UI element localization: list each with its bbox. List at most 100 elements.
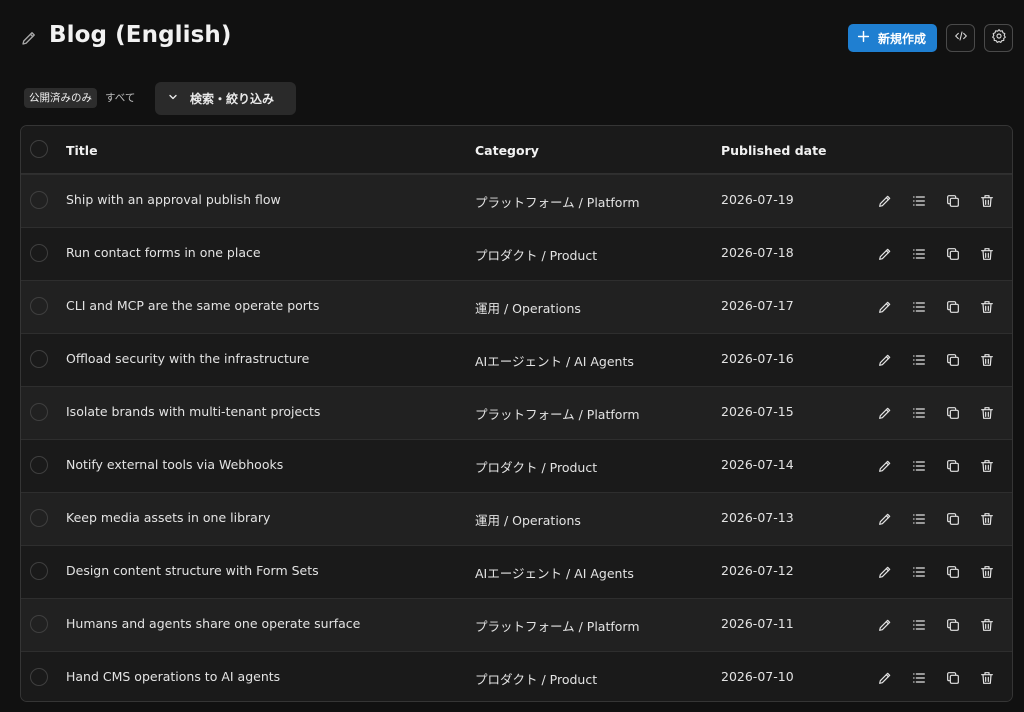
entry-details-button[interactable] (909, 403, 929, 423)
pencil-icon (877, 299, 893, 315)
entry-details-button[interactable] (909, 244, 929, 264)
duplicate-row-button[interactable] (943, 350, 963, 370)
filter-all[interactable]: すべて (105, 88, 135, 108)
search-filter-toggle[interactable]: 検索・絞り込み (155, 82, 296, 115)
cell-title[interactable]: CLI and MCP are the same operate ports (66, 298, 319, 313)
delete-row-button[interactable] (977, 668, 997, 688)
cell-published-date: 2026-07-18 (721, 245, 794, 260)
cell-title[interactable]: Keep media assets in one library (66, 510, 270, 525)
edit-row-button[interactable] (875, 244, 895, 264)
edit-row-button[interactable] (875, 297, 895, 317)
delete-row-button[interactable] (977, 244, 997, 264)
entry-details-button[interactable] (909, 562, 929, 582)
cell-published-date: 2026-07-12 (721, 563, 794, 578)
edit-row-button[interactable] (875, 562, 895, 582)
duplicate-row-button[interactable] (943, 403, 963, 423)
cell-published-date: 2026-07-10 (721, 669, 794, 684)
delete-row-button[interactable] (977, 615, 997, 635)
trash-icon (979, 511, 995, 527)
table-row[interactable]: Design content structure with Form Sets A… (21, 545, 1012, 598)
edit-row-button[interactable] (875, 403, 895, 423)
row-checkbox[interactable] (30, 668, 48, 686)
edit-row-button[interactable] (875, 456, 895, 476)
row-checkbox[interactable] (30, 509, 48, 527)
select-all-checkbox[interactable] (30, 140, 48, 158)
cell-category: AIエージェント / AI Agents (475, 566, 634, 581)
entry-details-button[interactable] (909, 297, 929, 317)
table-row[interactable]: CLI and MCP are the same operate ports 運用… (21, 280, 1012, 333)
row-checkbox[interactable] (30, 191, 48, 209)
entry-details-button[interactable] (909, 456, 929, 476)
cell-title[interactable]: Offload security with the infrastructure (66, 351, 309, 366)
cell-title[interactable]: Isolate brands with multi-tenant project… (66, 404, 320, 419)
copy-icon (945, 352, 961, 368)
filter-bar: 公開済みのみ すべて 検索・絞り込み (0, 82, 1024, 116)
delete-row-button[interactable] (977, 191, 997, 211)
delete-row-button[interactable] (977, 562, 997, 582)
column-header-published-date[interactable]: Published date (721, 143, 827, 158)
table-row[interactable]: Isolate brands with multi-tenant project… (21, 386, 1012, 439)
list-icon (911, 564, 927, 580)
edit-row-button[interactable] (875, 350, 895, 370)
entry-details-button[interactable] (909, 615, 929, 635)
delete-row-button[interactable] (977, 456, 997, 476)
delete-row-button[interactable] (977, 509, 997, 529)
cell-title[interactable]: Notify external tools via Webhooks (66, 457, 283, 472)
pencil-icon (877, 617, 893, 633)
table-row[interactable]: Offload security with the infrastructure… (21, 333, 1012, 386)
table-row[interactable]: Run contact forms in one place プロダクト / Pr… (21, 227, 1012, 280)
column-header-category[interactable]: Category (475, 143, 539, 158)
duplicate-row-button[interactable] (943, 509, 963, 529)
table-row[interactable]: Ship with an approval publish flow プラットフォ… (21, 174, 1012, 227)
row-checkbox[interactable] (30, 456, 48, 474)
list-icon (911, 352, 927, 368)
cell-title[interactable]: Hand CMS operations to AI agents (66, 669, 280, 684)
settings-button[interactable] (984, 24, 1013, 52)
row-checkbox[interactable] (30, 615, 48, 633)
cell-title[interactable]: Ship with an approval publish flow (66, 192, 281, 207)
edit-row-button[interactable] (875, 668, 895, 688)
edit-title-icon[interactable] (20, 29, 38, 47)
row-checkbox[interactable] (30, 562, 48, 580)
edit-row-button[interactable] (875, 615, 895, 635)
duplicate-row-button[interactable] (943, 456, 963, 476)
row-checkbox[interactable] (30, 350, 48, 368)
table-row[interactable]: Keep media assets in one library 運用 / Ope… (21, 492, 1012, 545)
table-row[interactable]: Humans and agents share one operate surf… (21, 598, 1012, 651)
entry-details-button[interactable] (909, 191, 929, 211)
edit-row-button[interactable] (875, 191, 895, 211)
row-checkbox[interactable] (30, 297, 48, 315)
list-icon (911, 617, 927, 633)
delete-row-button[interactable] (977, 403, 997, 423)
cell-title[interactable]: Humans and agents share one operate surf… (66, 616, 360, 631)
pencil-icon (877, 193, 893, 209)
row-checkbox[interactable] (30, 403, 48, 421)
column-header-title[interactable]: Title (66, 143, 98, 158)
delete-row-button[interactable] (977, 297, 997, 317)
code-view-button[interactable] (946, 24, 975, 52)
duplicate-row-button[interactable] (943, 562, 963, 582)
cell-published-date: 2026-07-15 (721, 404, 794, 419)
edit-row-button[interactable] (875, 509, 895, 529)
table-row[interactable]: Notify external tools via Webhooks プロダクト … (21, 439, 1012, 492)
entry-details-button[interactable] (909, 350, 929, 370)
table-row[interactable]: Hand CMS operations to AI agents プロダクト / … (21, 651, 1012, 701)
duplicate-row-button[interactable] (943, 191, 963, 211)
entry-details-button[interactable] (909, 668, 929, 688)
chevron-down-icon (167, 91, 179, 106)
duplicate-row-button[interactable] (943, 615, 963, 635)
row-checkbox[interactable] (30, 244, 48, 262)
cell-title[interactable]: Run contact forms in one place (66, 245, 261, 260)
new-entry-button[interactable]: 新規作成 (848, 24, 937, 52)
pencil-icon (877, 564, 893, 580)
page-title: Blog (English) (49, 22, 232, 48)
trash-icon (979, 670, 995, 686)
delete-row-button[interactable] (977, 350, 997, 370)
gear-icon (991, 28, 1007, 48)
duplicate-row-button[interactable] (943, 668, 963, 688)
cell-title[interactable]: Design content structure with Form Sets (66, 563, 319, 578)
entry-details-button[interactable] (909, 509, 929, 529)
duplicate-row-button[interactable] (943, 244, 963, 264)
filter-published-only[interactable]: 公開済みのみ (24, 88, 97, 108)
duplicate-row-button[interactable] (943, 297, 963, 317)
